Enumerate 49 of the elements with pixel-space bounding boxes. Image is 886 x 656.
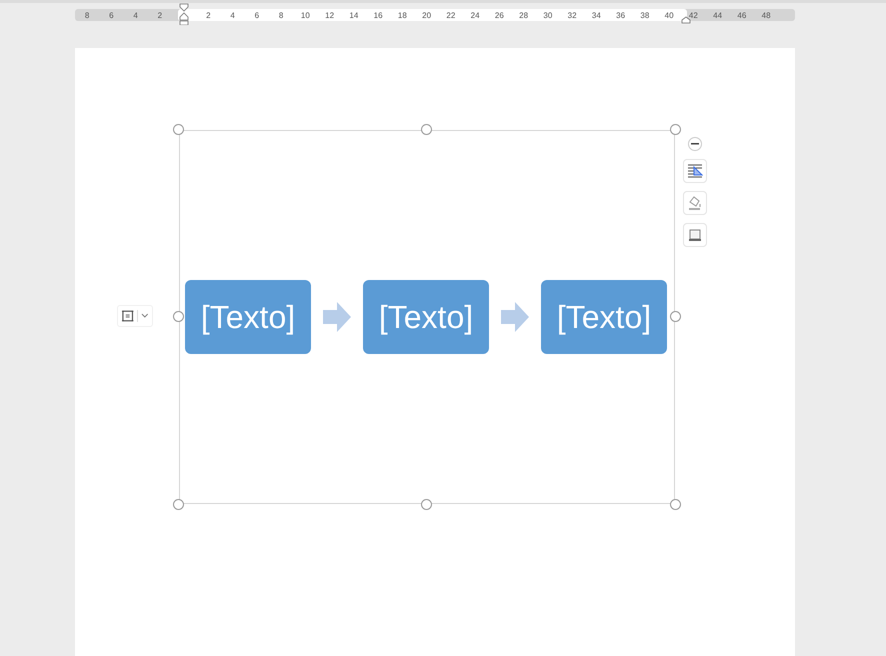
- ruler-number: 8: [278, 10, 284, 20]
- ruler-number: 2: [205, 10, 212, 20]
- resize-handle[interactable]: [173, 311, 184, 322]
- resize-handle[interactable]: [670, 499, 681, 510]
- process-box[interactable]: [Texto]: [541, 280, 667, 354]
- ruler-number: 12: [324, 10, 336, 20]
- resize-handle[interactable]: [421, 499, 432, 510]
- ruler-number: 38: [639, 10, 650, 20]
- process-box[interactable]: [Texto]: [185, 280, 311, 354]
- ruler-number: 4: [132, 10, 139, 20]
- ruler-number: 10: [300, 10, 311, 20]
- ruler-number: 46: [736, 10, 748, 20]
- ruler-number: 24: [470, 10, 481, 20]
- ruler-number: 4: [229, 10, 236, 20]
- indent-marker-icon[interactable]: [179, 3, 189, 25]
- ruler-number: 2: [156, 10, 164, 20]
- ruler-number: 8: [84, 10, 90, 20]
- arrow-icon: [501, 302, 529, 332]
- ruler-number: 16: [372, 10, 384, 20]
- minus-icon: [691, 143, 699, 145]
- layout-options-icon: [121, 309, 134, 323]
- ruler-number: 48: [760, 10, 772, 20]
- process-box[interactable]: [Texto]: [363, 280, 489, 354]
- ruler-number: 22: [445, 10, 456, 20]
- ruler-number: 14: [348, 10, 360, 20]
- ruler-number: 6: [108, 10, 115, 20]
- ruler-number: 6: [254, 10, 260, 20]
- ruler-number: 30: [542, 10, 554, 20]
- caret-icon: [141, 313, 149, 319]
- collapse-button[interactable]: [688, 137, 702, 151]
- ruler-number: 36: [615, 10, 626, 20]
- ruler-number: 18: [396, 10, 408, 20]
- resize-handle[interactable]: [173, 124, 184, 135]
- ruler-number: 20: [421, 10, 432, 20]
- ruler-number: 44: [712, 10, 724, 20]
- selection-frame[interactable]: [179, 130, 675, 504]
- resize-handle[interactable]: [670, 311, 681, 322]
- ruler-number: 34: [590, 10, 602, 20]
- ruler-number: 42: [688, 10, 699, 20]
- layout-options-button[interactable]: [117, 305, 153, 327]
- resize-handle[interactable]: [173, 499, 184, 510]
- ruler-number: 32: [566, 10, 578, 20]
- resize-handle[interactable]: [670, 124, 681, 135]
- arrow-icon: [323, 302, 351, 332]
- right-indent-icon[interactable]: [681, 16, 691, 24]
- ruler-number: 26: [494, 10, 505, 20]
- ruler-number: 40: [664, 10, 675, 20]
- ruler-number: 28: [518, 10, 530, 20]
- resize-handle[interactable]: [421, 124, 432, 135]
